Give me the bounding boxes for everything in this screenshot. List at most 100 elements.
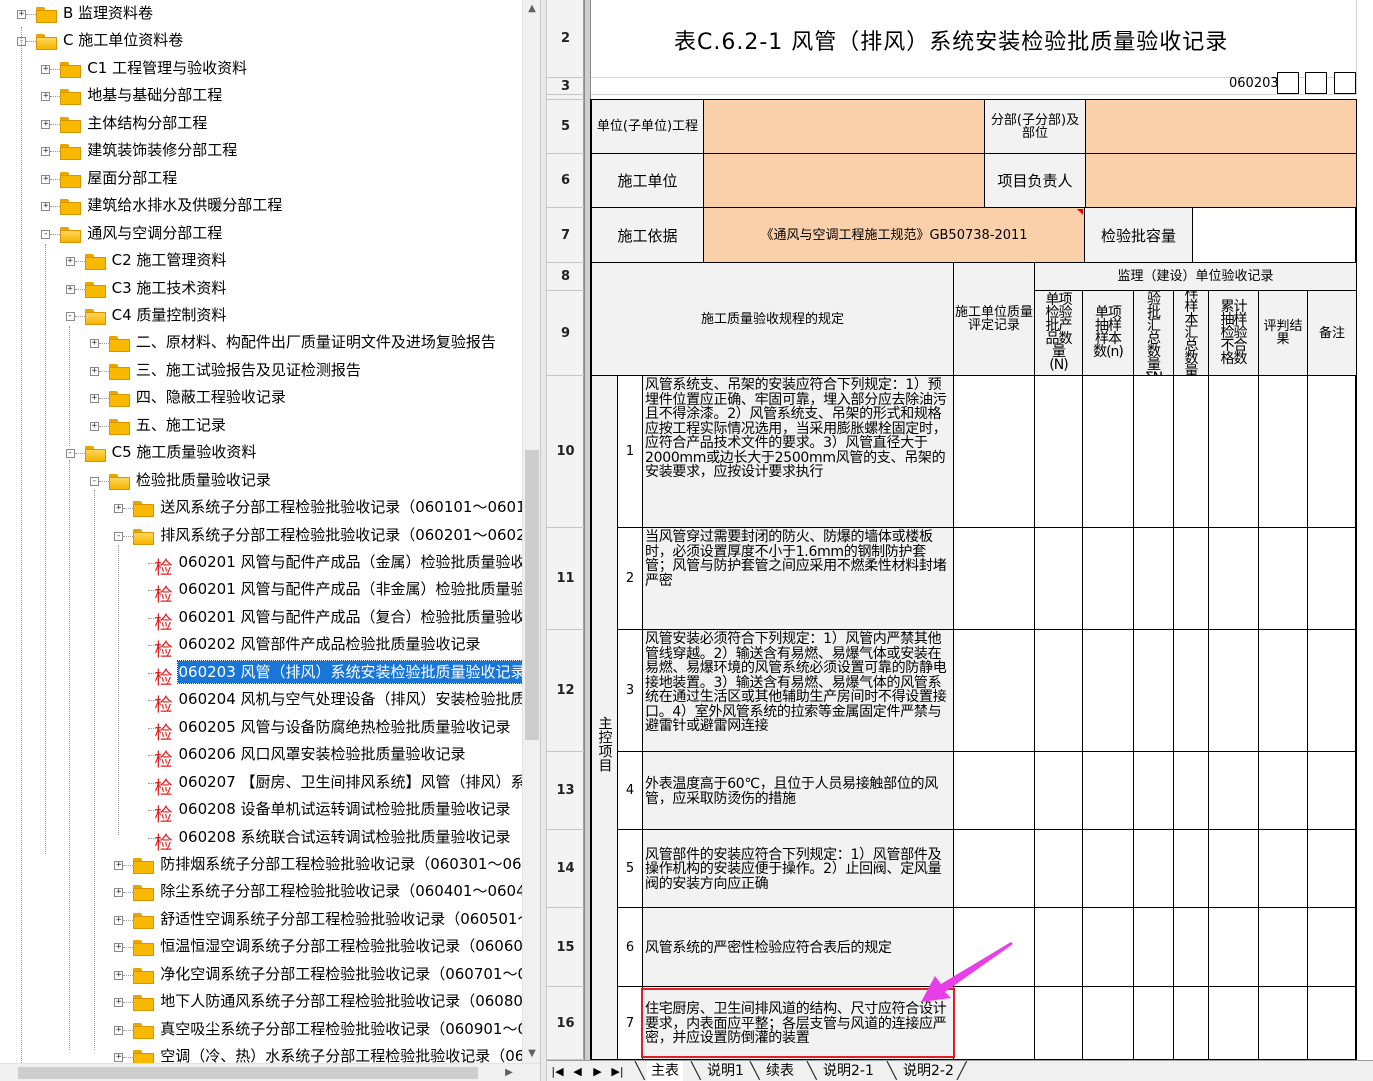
tree-item-label[interactable]: 建筑装饰装修分部工程	[86, 139, 238, 161]
collapse-icon[interactable]: -	[65, 449, 75, 459]
tree-node[interactable]: + 地下人防通风系统子分部工程检验批验收记录（060801～060810）	[0, 989, 522, 1016]
record-input[interactable]	[1035, 376, 1083, 528]
first-sheet-button[interactable]: |◀	[549, 1063, 566, 1080]
sheet-tab[interactable]: 说明2-1	[819, 1061, 878, 1081]
record-input[interactable]	[1308, 528, 1357, 630]
row-header[interactable]: 6	[547, 154, 584, 208]
tree-node[interactable]: - 排风系统子分部工程检验批验收记录（060201～060208）	[0, 523, 522, 550]
collapse-icon[interactable]: -	[41, 229, 51, 239]
row-header[interactable]: 13	[547, 752, 584, 830]
tree-item-label[interactable]: 地基与基础分部工程	[86, 84, 223, 106]
tree-item-label[interactable]: 地下人防通风系统子分部工程检验批验收记录（060801～060810）	[159, 990, 522, 1012]
tree-node[interactable]: + 三、施工试验报告及见证检测报告	[0, 358, 522, 385]
tree-node[interactable]: 检060204 风机与空气处理设备（排风）安装检验批质量验收记录	[0, 687, 523, 716]
tree-item-label[interactable]: 防排烟系统子分部工程检验批验收记录（060301～060308）	[159, 853, 522, 875]
expand-icon[interactable]: +	[114, 915, 124, 925]
tree-item-label[interactable]: C4 质量控制资料	[111, 304, 228, 326]
tree-node[interactable]: 检 060208 设备单机试运转调试检验批质量验收记录	[0, 797, 522, 826]
record-input[interactable]	[1308, 630, 1357, 752]
column-header-note[interactable]: 备注	[1308, 291, 1357, 376]
item-number[interactable]: 3	[618, 630, 643, 752]
sheet-tab[interactable]: 说明1	[703, 1061, 748, 1081]
pane-splitter[interactable]	[540, 0, 547, 1081]
record-input[interactable]	[1209, 376, 1259, 528]
row-header[interactable]: 3	[547, 78, 584, 95]
tree-item-label[interactable]: 060201 风管与配件产成品（非金属）检验批质量验收记录	[178, 578, 523, 600]
division-label[interactable]: 分部(子分部)及部位	[985, 100, 1086, 154]
tree-item-label[interactable]: 空调（冷、热）水系统子分部工程检验批验收记录（061001～061010）	[159, 1045, 522, 1063]
expand-icon[interactable]: +	[89, 339, 99, 349]
main-items-label[interactable]: 主控项目	[592, 376, 618, 1060]
row-header[interactable]: 8	[547, 263, 584, 291]
record-input[interactable]	[1209, 987, 1259, 1060]
supervision-header[interactable]: 监理（建设）单位验收记录	[1035, 263, 1357, 291]
tree-item-label[interactable]: 排风系统子分部工程检验批验收记录（060201～060208）	[159, 524, 522, 546]
division-input[interactable]	[1086, 100, 1357, 154]
tree-node[interactable]: - 通风与空调分部工程	[0, 221, 522, 248]
record-input[interactable]	[1259, 376, 1308, 528]
tree-item-label[interactable]: C5 施工质量验收资料	[111, 441, 258, 463]
tree-node[interactable]: + 建筑装饰装修分部工程	[0, 138, 522, 165]
project-manager-input[interactable]	[1086, 154, 1357, 208]
tree-horizontal-scroll-thumb[interactable]	[18, 1067, 478, 1079]
tree-item-label[interactable]: B 监理资料卷	[62, 2, 154, 24]
scroll-right-arrow-icon[interactable]: ▶	[500, 1064, 518, 1081]
self-eval-input[interactable]	[954, 830, 1035, 908]
tree-node[interactable]: + 真空吸尘系统子分部工程检验批验收记录（060901～060910）	[0, 1017, 522, 1044]
row-header[interactable]: 7	[547, 208, 584, 263]
expand-icon[interactable]: +	[17, 10, 26, 19]
record-input[interactable]	[1174, 528, 1209, 630]
record-input[interactable]	[1209, 908, 1259, 987]
record-input[interactable]	[1174, 987, 1209, 1060]
spreadsheet[interactable]: 2 3 5 6 7 8 9 10 11 12 13 14 15 16 表C.6.2-1 风管（排风）系统安…	[547, 0, 1373, 1060]
next-sheet-button[interactable]: ▶	[589, 1063, 606, 1080]
row-header[interactable]: 10	[547, 376, 584, 528]
unit-input[interactable]	[704, 100, 985, 154]
expand-icon[interactable]: +	[89, 394, 99, 404]
record-input[interactable]	[1083, 528, 1134, 630]
sheet-tab[interactable]: 主表	[647, 1061, 683, 1081]
tree-item-label[interactable]: 建筑给水排水及供暖分部工程	[86, 194, 283, 216]
tree-item-label[interactable]: C3 施工技术资料	[111, 277, 228, 299]
row-header[interactable]: 12	[547, 630, 584, 752]
tree-node[interactable]: + B 监理资料卷	[0, 1, 522, 28]
item-spec-text[interactable]: 风管系统支、吊架的安装应符合下列规定：1）预埋件位置应正确、牢固可靠，埋入部分应…	[643, 376, 954, 528]
row-header[interactable]: 2	[547, 0, 584, 78]
tree-item-label[interactable]: 检验批质量验收记录	[135, 469, 272, 491]
tree-item-label[interactable]: 主体结构分部工程	[86, 112, 208, 134]
expand-icon[interactable]: +	[41, 174, 51, 184]
expand-icon[interactable]: +	[114, 888, 124, 898]
self-eval-input[interactable]	[954, 376, 1035, 528]
tree-item-label[interactable]: 060204 风机与空气处理设备（排风）安装检验批质量验收记录	[178, 688, 523, 710]
basis-label[interactable]: 施工依据	[592, 208, 704, 263]
tree-node[interactable]: + C2 施工管理资料	[0, 248, 522, 275]
tree-item-label[interactable]: 送风系统子分部工程检验批验收记录（060101～060107）	[159, 496, 522, 518]
record-input[interactable]	[1035, 908, 1083, 987]
record-input[interactable]	[1083, 987, 1134, 1060]
expand-icon[interactable]: +	[114, 1053, 124, 1063]
collapse-icon[interactable]: -	[89, 476, 99, 486]
tree-node[interactable]: + 防排烟系统子分部工程检验批验收记录（060301～060308）	[0, 852, 522, 879]
tree-item-label[interactable]: C1 工程管理与验收资料	[86, 57, 248, 79]
expand-icon[interactable]: +	[41, 202, 51, 212]
tree-item-label[interactable]: C 施工单位资料卷	[62, 29, 184, 51]
record-input[interactable]	[1259, 528, 1308, 630]
record-input[interactable]	[1134, 752, 1174, 830]
record-input[interactable]	[1308, 752, 1357, 830]
item-number[interactable]: 7	[618, 987, 643, 1060]
expand-icon[interactable]: +	[41, 119, 51, 129]
record-input[interactable]	[1259, 830, 1308, 908]
tree-node[interactable]: + 净化空调系统子分部工程检验批验收记录（060701～060710）	[0, 962, 522, 989]
form-code-box[interactable]	[1305, 72, 1327, 94]
tree-item-label[interactable]: C2 施工管理资料	[111, 249, 228, 271]
tree-item-label[interactable]: 060206 风口风罩安装检验批质量验收记录	[178, 743, 467, 765]
tree-node[interactable]: + 建筑给水排水及供暖分部工程	[0, 193, 522, 220]
tree-item-label-selected[interactable]: 060203 风管（排风）系统安装检验批质量验收记录	[176, 659, 522, 684]
record-input[interactable]	[1083, 752, 1134, 830]
form-code-box[interactable]	[1334, 72, 1356, 94]
unit-label[interactable]: 单位(子单位)工程	[592, 100, 704, 154]
tree-node[interactable]: + 空调（冷、热）水系统子分部工程检验批验收记录（061001～061010）	[0, 1044, 522, 1063]
tree-node[interactable]: + C1 工程管理与验收资料	[0, 56, 522, 83]
tree-item-label[interactable]: 真空吸尘系统子分部工程检验批验收记录（060901～060910）	[159, 1018, 522, 1040]
row-header[interactable]: 11	[547, 528, 584, 630]
